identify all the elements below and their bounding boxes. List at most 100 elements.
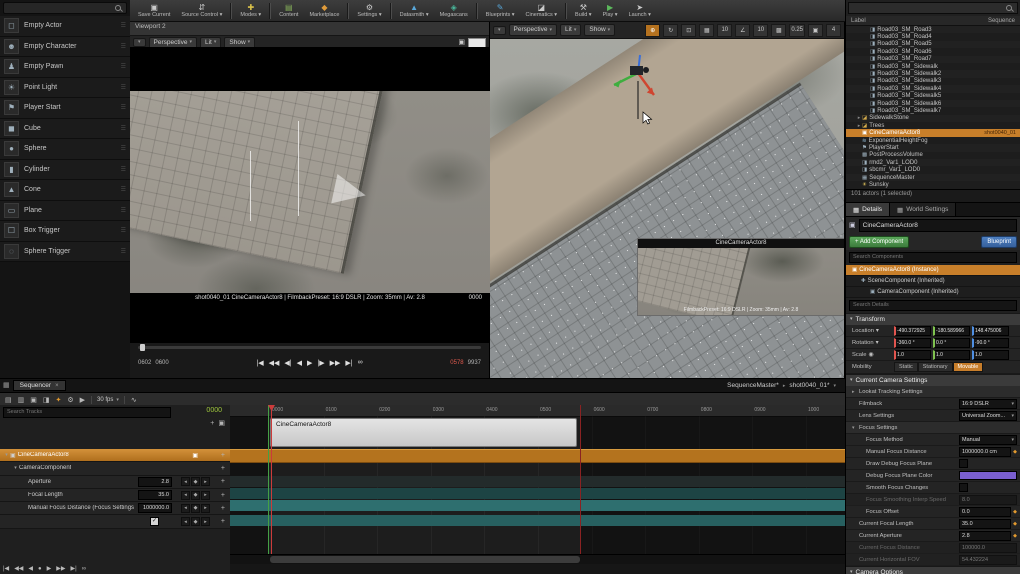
scale-snap-icon[interactable]: ▩ [771,23,787,37]
axis-y-field[interactable]: 1.0 [933,349,970,360]
transport-item[interactable]: ▶ [307,359,312,367]
outliner-row-postprocessvolume[interactable]: ▩ PostProcessVolume [846,152,1020,159]
place-actor-sphere-trigger[interactable]: ◌ Sphere Trigger ☰ [0,241,130,262]
place-actor-point-light[interactable]: ☀ Point Light ☰ [0,77,130,98]
scrollbar-thumb[interactable] [270,556,580,563]
director-blueprint-icon[interactable]: ✦ [56,396,62,404]
color-swatch-debug-focus-plane-color[interactable] [959,471,1017,480]
outliner-row-playerstart[interactable]: ⚑ PlayerStart [846,144,1020,152]
preview-thumbnail[interactable] [468,37,486,48]
component-cameracomponent-inherited[interactable]: ▣ CameraComponent (Inherited) [846,287,1020,298]
number-field-manual-focus-distance[interactable]: 1000000.0 cm [959,446,1012,457]
toolbar-button-marketplace[interactable]: ◆ Marketplace [304,0,344,21]
outliner-row-road03-sm-road7[interactable]: ◨ Road03_SM_Road7 [846,55,1020,63]
checkbox-smooth-focus-changes[interactable] [959,483,968,492]
outliner-row-road03-sm-road3[interactable]: ◨ Road03_SM_Road3 [846,26,1020,34]
seq-transport-item[interactable]: |◀ [3,565,9,572]
add-section-icon[interactable]: + [221,478,225,485]
viewport-options-button[interactable]: ▾ [493,25,506,35]
track-value-field[interactable]: 1000000.0 [138,503,172,514]
find-in-content-browser-icon[interactable]: ▥ [18,396,25,404]
playback-slider-knob[interactable] [140,344,145,351]
outliner-row-road03-sm-sidewalk2[interactable]: ◨ Road03_SM_Sidewalk2 [846,70,1020,78]
camera-icon[interactable]: ▣ [218,420,225,427]
key-prev-icon[interactable]: ◂ [181,517,190,527]
outliner-row-trees[interactable]: ▸ ◪ Trees [846,122,1020,129]
number-field-current-focus-distance[interactable]: 100000.0 [959,542,1017,553]
key-prev-icon[interactable]: ◂ [181,490,190,500]
outliner-row-sbcmr-var1-lod0[interactable]: ◨ sbcmr_Var1_LOD0 [846,166,1020,173]
transport-item[interactable]: ◀◀ [269,359,280,367]
mobility-stationary[interactable]: Stationary [917,362,953,372]
place-actor-empty-pawn[interactable]: ♟ Empty Pawn ☰ [0,57,130,78]
tab-details[interactable]: ▦ Details [846,203,891,216]
angle-snap-icon[interactable]: ∠ [735,23,751,37]
key-prev-icon[interactable]: ◂ [181,477,190,487]
keyframe-icon[interactable]: ◆ [1013,521,1017,527]
add-section-icon[interactable]: + [221,465,225,472]
lit-button[interactable]: Lit ▾ [560,24,582,36]
key-add-icon[interactable]: ◆ [191,517,200,527]
camera-cut-section[interactable]: CineCameraActor8 [270,418,577,447]
rotate-tool-icon[interactable]: ↻ [663,23,679,37]
focus-distance-track-bar[interactable] [230,500,845,511]
search-details-input[interactable]: Search Details [849,300,1017,311]
breadcrumb-sequencemaster[interactable]: SequenceMaster* [727,382,779,389]
toolbar-button-launch[interactable]: ➤ Launch ▾ [624,0,656,21]
key-add-icon[interactable]: ◆ [191,490,200,500]
main-viewport[interactable]: CineCameraActor8 FilmbackPreset: 16:9 DS… [490,39,844,378]
actions-icon[interactable]: ⚙ [67,396,73,404]
outliner-row-road03-sm-sidewalk3[interactable]: ◨ Road03_SM_Sidewalk3 [846,78,1020,85]
viewport-options-button[interactable]: ▾ [133,38,146,47]
outliner-row-road03-sm-sidewalk4[interactable]: ◨ Road03_SM_Sidewalk4 [846,85,1020,93]
close-icon[interactable]: × [55,383,59,389]
axis-y-field[interactable]: 0.0 ° [933,337,970,348]
playback-start-marker[interactable] [268,405,269,554]
focal-length-track-bar[interactable] [230,488,845,499]
key-next-icon[interactable]: ▸ [201,517,210,527]
outliner-row-sidewalkstone[interactable]: ▸ ◪ SidewalkStone [846,114,1020,123]
dropdown-lens-settings[interactable]: Universal Zoom... ▾ [959,410,1017,421]
transport-item[interactable]: ∞ [358,359,363,367]
key-next-icon[interactable]: ▸ [201,477,210,487]
search-tracks-input[interactable]: Search Tracks [3,407,171,418]
current-time-display[interactable]: 0000 [206,407,222,414]
track-value-field[interactable]: 35.0 [138,490,172,501]
channel-track-bar[interactable] [230,515,845,526]
axis-x-field[interactable]: 1.0 [894,349,931,360]
dropdown-filmback[interactable]: 16:9 DSLR ▾ [959,398,1017,409]
breadcrumb-shot0040-01[interactable]: shot0040_01* [789,382,829,389]
transport-item[interactable]: ▶| [345,359,352,367]
key-next-icon[interactable]: ▸ [201,490,210,500]
outliner-row-road03-sm-sidewalk7[interactable]: ◨ Road03_SM_Sidewalk7 [846,107,1020,114]
curve-editor-icon[interactable]: ∿ [131,396,137,404]
outliner-row-road03-sm-sidewalk6[interactable]: ◨ Road03_SM_Sidewalk6 [846,99,1020,108]
camera-gizmo[interactable] [602,45,676,129]
toolbar-button-content[interactable]: ▤ Content [274,0,303,21]
track-manual-focus-distance-focus-settings[interactable]: Manual Focus Distance (Focus Settings) 10… [0,502,230,516]
seq-transport-item[interactable]: ▶ [47,565,52,572]
camera-speed-value[interactable]: 4 [826,23,841,37]
add-track-icon[interactable]: + [210,420,214,427]
add-section-icon[interactable]: + [221,505,225,512]
toolbar-button-modes[interactable]: ✚ Modes ▾ [235,0,266,21]
key-next-icon[interactable]: ▸ [201,503,210,513]
seq-transport-item[interactable]: ◀◀ [14,565,23,572]
outliner-row-road03-sm-sidewalk[interactable]: ◨ Road03_SM_Sidewalk [846,63,1020,70]
column-sequence[interactable]: Sequence [988,18,1015,24]
transport-item[interactable]: ▶▶ [330,359,341,367]
checkbox-draw-debug-focus-plane[interactable] [959,459,968,468]
scale-snap-value[interactable]: 0.25 [789,23,805,37]
component-scenecomponent-inherited[interactable]: ✚ SceneComponent (Inherited) [846,276,1020,287]
place-actor-cone[interactable]: ▲ Cone ☰ [0,180,130,201]
playback-slider[interactable] [138,344,481,351]
grid-snap-icon[interactable]: ▦ [699,23,715,37]
blueprint-button[interactable]: Blueprint [981,236,1017,248]
mobility-movable[interactable]: Movable [952,362,984,372]
camera-settings-section-header[interactable]: ▾ Current Camera Settings [846,374,1020,386]
component-cinecameraactor8-instance[interactable]: ▣ CineCameraActor8 (Instance) [846,265,1020,276]
outliner-row-cinecameraactor8[interactable]: ▣ CineCameraActor8 shot0040_01 [846,129,1020,137]
timeline-scrollbar[interactable] [230,554,845,564]
number-field-focus-smoothing-interp-speed[interactable]: 8.0 [959,494,1017,505]
toolbar-button-settings[interactable]: ⚙ Settings ▾ [352,0,386,21]
